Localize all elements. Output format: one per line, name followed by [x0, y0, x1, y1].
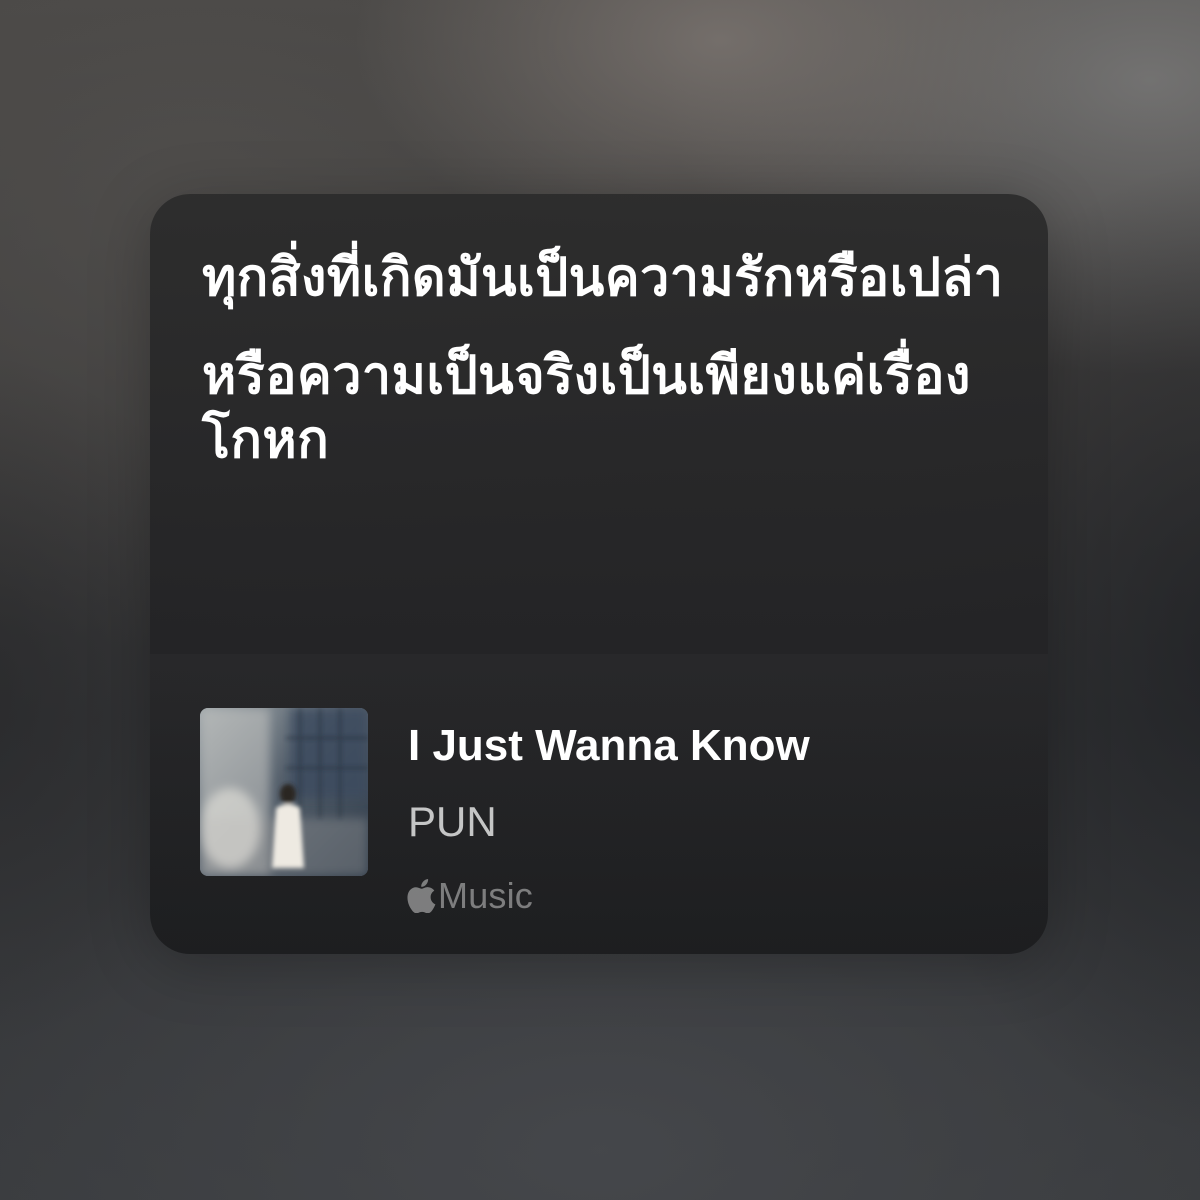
apple-logo-icon [406, 878, 436, 914]
track-info[interactable]: I Just Wanna Know PUN Music [200, 708, 1020, 916]
lyrics-block: ทุกสิ่งที่เกิดมันเป็นความรักหรือเปล่า หร… [202, 246, 1022, 506]
service-label: Music [438, 875, 534, 916]
album-artwork[interactable] [200, 708, 368, 876]
track-title[interactable]: I Just Wanna Know [408, 718, 810, 774]
lyrics-share-card[interactable]: ทุกสิ่งที่เกิดมันเป็นความรักหรือเปล่า หร… [150, 194, 1048, 954]
lyric-line: ทุกสิ่งที่เกิดมันเป็นความรักหรือเปล่า [202, 248, 1004, 308]
track-artist[interactable]: PUN [408, 796, 497, 848]
lyric-line: หรือความเป็นจริงเป็นเพียงแค่เรื่องโกหก [202, 346, 971, 470]
apple-music-badge[interactable]: Music [406, 874, 533, 918]
